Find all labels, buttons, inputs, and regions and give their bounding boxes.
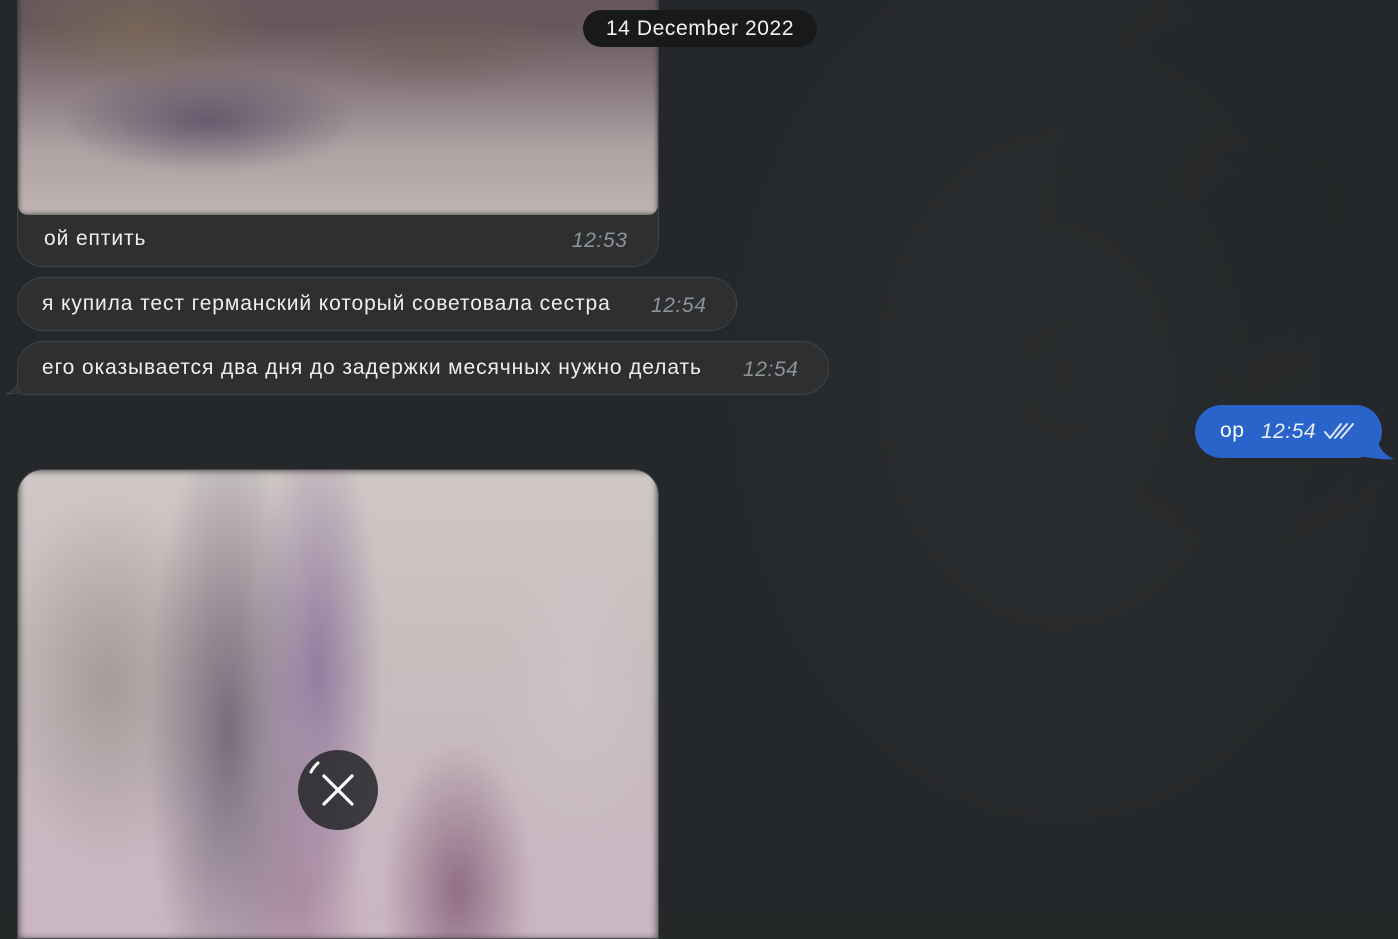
message-text: я купила тест германский который советов… xyxy=(42,292,611,315)
cancel-upload-button[interactable] xyxy=(298,750,378,830)
incoming-message[interactable]: его оказывается два дня до задержки меся… xyxy=(17,341,829,395)
uploading-photo-message[interactable] xyxy=(17,469,659,939)
message-text: его оказывается два дня до задержки меся… xyxy=(42,356,702,379)
photo-caption-time: 12:53 xyxy=(572,229,628,252)
incoming-message[interactable]: я купила тест германский который советов… xyxy=(17,277,737,331)
photo-message[interactable]: ой ептить 12:53 xyxy=(17,0,659,267)
photo-caption-text: ой ептить xyxy=(44,227,147,250)
double-check-icon xyxy=(1324,423,1354,439)
photo-attachment[interactable] xyxy=(18,470,658,938)
message-time: 12:54 xyxy=(1261,420,1317,443)
close-icon xyxy=(309,761,354,806)
outgoing-message[interactable]: ор 12:54 xyxy=(1195,405,1382,458)
date-separator-label: 14 December 2022 xyxy=(605,16,795,40)
message-time: 12:54 xyxy=(651,294,707,317)
message-time: 12:54 xyxy=(743,358,799,381)
photo-attachment[interactable] xyxy=(18,0,658,215)
date-separator: 14 December 2022 xyxy=(583,10,817,47)
message-text: ор xyxy=(1220,419,1245,442)
